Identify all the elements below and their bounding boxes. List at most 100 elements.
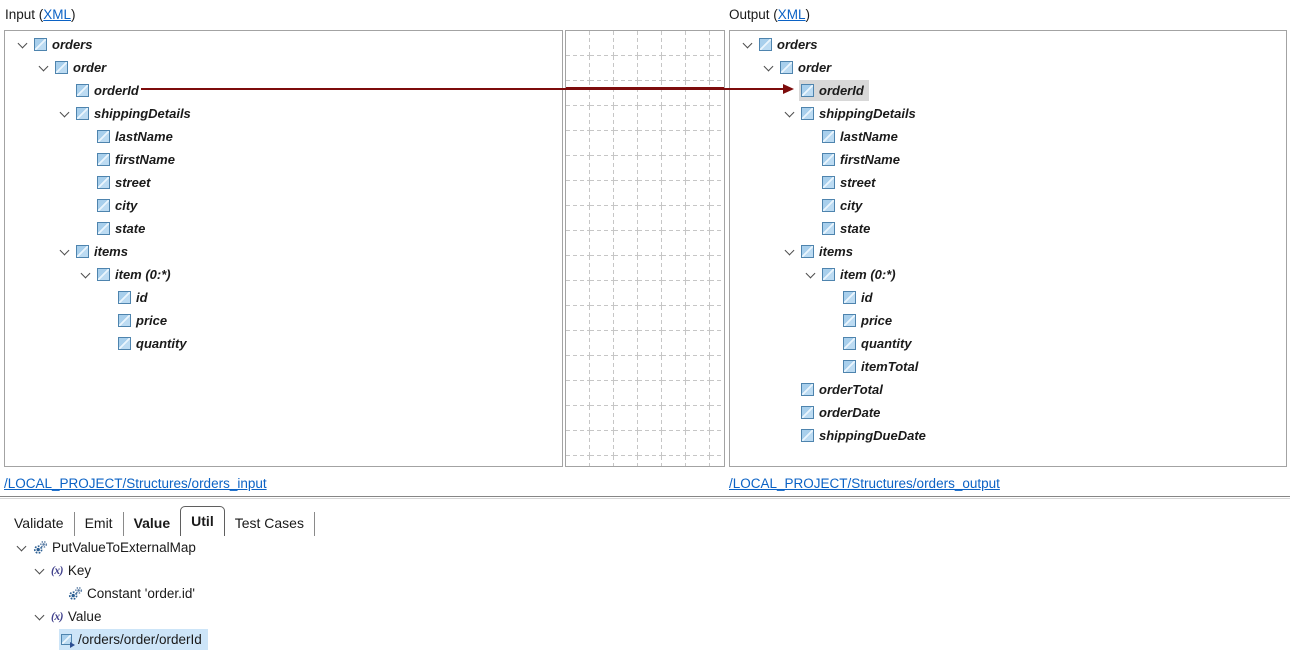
tree-item-orderTotal[interactable]: orderTotal <box>730 378 1286 401</box>
output-structure-link[interactable]: /LOCAL_PROJECT/Structures/orders_output <box>729 476 1000 491</box>
tree-item-orders[interactable]: orders <box>5 33 562 56</box>
input-structure-link[interactable]: /LOCAL_PROJECT/Structures/orders_input <box>4 476 267 491</box>
chevron-down-icon[interactable] <box>34 61 55 75</box>
xml-element-icon <box>76 84 89 97</box>
tree-item-quantity[interactable]: quantity <box>730 332 1286 355</box>
output-tree-panel[interactable]: orders order orderId shippingDetails las… <box>729 30 1287 467</box>
chevron-down-icon[interactable] <box>30 610 51 624</box>
xml-element-icon <box>97 176 110 189</box>
tree-item-constant[interactable]: Constant 'order.id' <box>4 582 1286 605</box>
tab-util[interactable]: Util <box>180 506 225 536</box>
xml-element-icon <box>55 61 68 74</box>
tree-item-city[interactable]: city <box>5 194 562 217</box>
chevron-down-icon[interactable] <box>55 245 76 259</box>
tab-validate[interactable]: Validate <box>4 512 75 536</box>
xml-element-icon <box>97 222 110 235</box>
xml-element-icon <box>118 291 131 304</box>
tree-item-state[interactable]: state <box>730 217 1286 240</box>
chevron-down-icon[interactable] <box>12 541 33 555</box>
xml-element-icon <box>822 153 835 166</box>
tree-item-items[interactable]: items <box>730 240 1286 263</box>
mapping-canvas[interactable] <box>565 30 725 467</box>
selection-highlight: orderId <box>799 80 869 101</box>
chevron-down-icon[interactable] <box>55 107 76 121</box>
tree-item-id[interactable]: id <box>730 286 1286 309</box>
chevron-down-icon[interactable] <box>76 268 97 282</box>
tree-item-order[interactable]: order <box>730 56 1286 79</box>
tree-item-item[interactable]: item (0:*) <box>730 263 1286 286</box>
xml-element-icon <box>801 107 814 120</box>
tree-item-order[interactable]: order <box>5 56 562 79</box>
tree-item-state[interactable]: state <box>5 217 562 240</box>
tree-item-firstName[interactable]: firstName <box>730 148 1286 171</box>
mapping-connector-line-mid[interactable] <box>566 87 724 90</box>
xml-element-icon <box>801 406 814 419</box>
chevron-down-icon[interactable] <box>780 245 801 259</box>
xml-element-icon <box>822 130 835 143</box>
input-tree-panel[interactable]: orders order orderId shippingDetails las… <box>4 30 563 467</box>
input-xml-link[interactable]: XML <box>43 7 71 22</box>
tree-item-putValueToExternalMap[interactable]: PutValueToExternalMap <box>4 536 1286 559</box>
tree-item-value[interactable]: (x) Value <box>4 605 1286 628</box>
tree-item-id[interactable]: id <box>5 286 562 309</box>
horizontal-sash[interactable] <box>0 496 1290 497</box>
tab-emit[interactable]: Emit <box>75 512 124 536</box>
tree-item-shippingDetails[interactable]: shippingDetails <box>5 102 562 125</box>
chevron-down-icon[interactable] <box>801 268 822 282</box>
tree-item-price[interactable]: price <box>5 309 562 332</box>
input-title-text: Input ( <box>5 7 43 22</box>
tree-item-lastName[interactable]: lastName <box>730 125 1286 148</box>
tree-item-orderDate[interactable]: orderDate <box>730 401 1286 424</box>
tab-value[interactable]: Value <box>124 512 182 536</box>
tree-item-street[interactable]: street <box>730 171 1286 194</box>
util-function-tree[interactable]: PutValueToExternalMap (x) Key Constant '… <box>4 536 1286 666</box>
xml-element-icon <box>801 429 814 442</box>
chevron-down-icon[interactable] <box>13 38 34 52</box>
xml-element-icon <box>843 360 856 373</box>
chevron-down-icon[interactable] <box>759 61 780 75</box>
tree-item-xpath-ref-selected[interactable]: /orders/order/orderId <box>4 628 1286 651</box>
xml-element-icon <box>76 245 89 258</box>
xml-element-icon <box>759 38 772 51</box>
gears-icon <box>33 540 48 555</box>
xml-element-icon <box>801 383 814 396</box>
tree-item-city[interactable]: city <box>730 194 1286 217</box>
gears-icon <box>68 586 83 601</box>
xml-element-icon <box>780 61 793 74</box>
selection-highlight: /orders/order/orderId <box>59 629 208 650</box>
xml-element-icon <box>843 337 856 350</box>
tree-item-lastName[interactable]: lastName <box>5 125 562 148</box>
tree-item-item[interactable]: item (0:*) <box>5 263 562 286</box>
tree-item-orders[interactable]: orders <box>730 33 1286 56</box>
output-xml-link[interactable]: XML <box>778 7 806 22</box>
tree-item-firstName[interactable]: firstName <box>5 148 562 171</box>
tree-item-items[interactable]: items <box>5 240 562 263</box>
xml-element-icon <box>97 130 110 143</box>
tree-item-key[interactable]: (x) Key <box>4 559 1286 582</box>
xml-element-icon <box>118 314 131 327</box>
xml-ref-icon <box>61 634 73 646</box>
xml-element-icon <box>843 291 856 304</box>
xml-element-icon <box>801 245 814 258</box>
tree-item-price[interactable]: price <box>730 309 1286 332</box>
tree-item-orderId-selected[interactable]: orderId <box>730 79 1286 102</box>
xml-element-icon <box>801 84 814 97</box>
chevron-down-icon[interactable] <box>738 38 759 52</box>
tab-test-cases[interactable]: Test Cases <box>225 512 315 536</box>
tree-item-street[interactable]: street <box>5 171 562 194</box>
tree-item-quantity[interactable]: quantity <box>5 332 562 355</box>
chevron-down-icon[interactable] <box>30 564 51 578</box>
xml-element-icon <box>118 337 131 350</box>
mapping-editor: Input (XML) Output (XML) orders order or… <box>0 0 1290 668</box>
fx-icon: (x) <box>51 565 63 577</box>
input-pane-title: Input (XML) <box>5 7 76 22</box>
output-title-paren: ) <box>806 7 811 22</box>
output-pane-title: Output (XML) <box>729 7 810 22</box>
chevron-down-icon[interactable] <box>780 107 801 121</box>
tree-item-orderId[interactable]: orderId <box>5 79 562 102</box>
tree-item-shippingDueDate[interactable]: shippingDueDate <box>730 424 1286 447</box>
tree-item-shippingDetails[interactable]: shippingDetails <box>730 102 1286 125</box>
tree-item-itemTotal[interactable]: itemTotal <box>730 355 1286 378</box>
xml-element-icon <box>76 107 89 120</box>
xml-element-icon <box>822 222 835 235</box>
